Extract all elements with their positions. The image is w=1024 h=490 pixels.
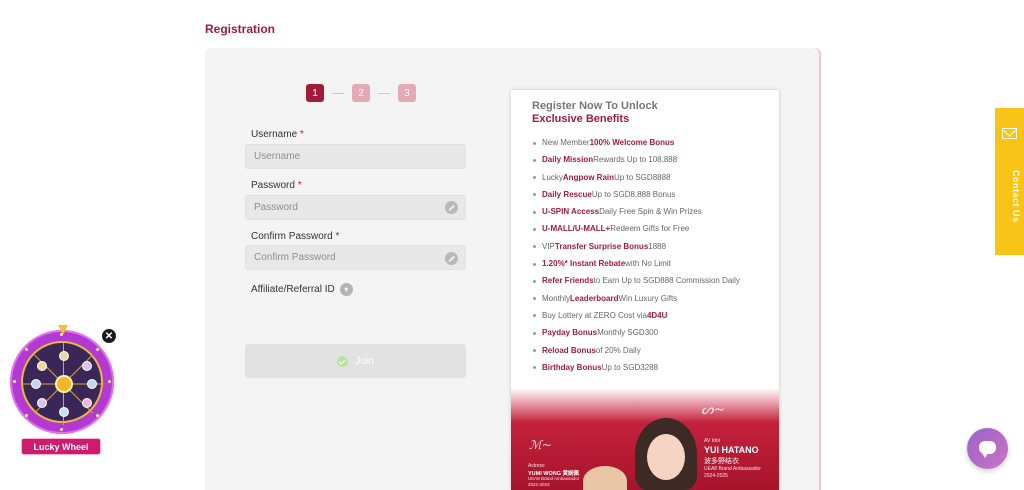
contact-us-tab[interactable]: Contact Us	[995, 108, 1024, 255]
confirm-password-input[interactable]	[245, 245, 466, 270]
step-1: 1	[306, 84, 324, 102]
password-input[interactable]	[245, 195, 466, 220]
close-icon[interactable]: ✕	[101, 328, 117, 344]
list-item: Daily Rescue Up to SGD8,888 Bonus	[533, 189, 740, 206]
contact-us-label: Contact Us	[1011, 170, 1021, 223]
benefits-card: Register Now To Unlock Exclusive Benefit…	[511, 90, 779, 490]
gem-icon	[87, 379, 97, 389]
wheel-light	[96, 348, 99, 351]
signature-right: ᔕ~	[701, 402, 726, 418]
gem-icon	[82, 361, 92, 371]
list-item: Payday Bonus Monthly SGD300	[533, 327, 740, 344]
eye-off-icon[interactable]	[445, 252, 458, 265]
list-item: Birthday Bonus Up to SGD3288	[533, 362, 740, 379]
username-input[interactable]	[245, 144, 466, 169]
ambassador-photo-left	[583, 466, 627, 490]
ambassador-banner: ᔕ~ ℳ~ AV Idol YUI HATANO 波多野结衣 UEA8 Bran…	[511, 388, 779, 490]
join-button[interactable]: Join	[245, 344, 466, 378]
wheel-light	[108, 380, 111, 383]
lucky-wheel[interactable]	[10, 330, 114, 434]
ambassador-role: UEA8 Brand Ambassador	[528, 476, 580, 481]
username-label: Username *	[251, 129, 304, 140]
ambassador-face-right	[647, 434, 685, 480]
confirm-password-label: Confirm Password *	[251, 231, 340, 242]
affiliate-label: Affiliate/Referral ID	[251, 284, 335, 295]
list-item: New Member 100% Welcome Bonus	[533, 137, 740, 154]
list-item: U-SPIN Access Daily Free Spin & Win Priz…	[533, 206, 740, 223]
lucky-wheel-label[interactable]: Lucky Wheel	[21, 438, 101, 455]
list-item: Buy Lottery at ZERO Cost via 4D4U	[533, 310, 740, 327]
password-label: Password *	[251, 180, 302, 191]
check-icon	[337, 355, 349, 367]
list-item: Monthly Leaderboard Win Luxury Gifts	[533, 293, 740, 310]
chevron-down-icon[interactable]: ▾	[339, 283, 353, 296]
page-title: Registration	[205, 22, 276, 36]
signature-left: ℳ~	[529, 438, 552, 452]
required-mark: *	[299, 129, 304, 140]
gem-icon	[59, 351, 69, 361]
wheel-light	[96, 414, 99, 417]
list-item: 1.20%* Instant Rebate with No Limit	[533, 258, 740, 275]
wheel-center	[55, 375, 73, 393]
ambassador-years: 2022-2023	[528, 482, 550, 487]
required-mark: *	[297, 180, 302, 191]
join-label: Join	[355, 355, 374, 367]
benefits-subtitle: Exclusive Benefits	[532, 113, 630, 125]
ambassador-native-name: 波多野结衣	[704, 458, 739, 465]
benefits-list: New Member 100% Welcome Bonus Daily Miss…	[533, 137, 740, 379]
step-2: 2	[352, 84, 370, 102]
ambassador-years: 2024-2025	[704, 473, 728, 479]
required-mark: *	[335, 231, 340, 242]
stepper: 1 2 3	[306, 84, 416, 102]
list-item: VIP Transfer Surprise Bonus 1888	[533, 241, 740, 258]
ambassador-role: UEA8 Brand Ambassador	[704, 466, 761, 472]
wheel-pointer-icon	[58, 325, 68, 335]
wheel-light	[25, 348, 28, 351]
gem-icon	[31, 379, 41, 389]
ambassador-name: YUI HATANO	[704, 445, 759, 455]
ambassador-subtitle: AV Idol	[704, 438, 720, 444]
step-divider	[378, 92, 390, 94]
wheel-light	[25, 414, 28, 417]
list-item: Reload Bonus of 20% Daily	[533, 345, 740, 362]
affiliate-toggle[interactable]: Affiliate/Referral ID ▾	[251, 283, 353, 296]
chat-bubble-icon	[979, 441, 996, 458]
step-divider	[332, 92, 344, 94]
list-item: Refer Friends to Earn Up to SGD888 Commi…	[533, 275, 740, 292]
mail-icon	[1002, 128, 1017, 139]
list-item: Daily Mission Rewards Up to 108,888	[533, 154, 740, 171]
gem-icon	[37, 398, 47, 408]
chat-button[interactable]	[967, 428, 1008, 469]
gem-icon	[37, 361, 47, 371]
step-3: 3	[398, 84, 416, 102]
eye-off-icon[interactable]	[445, 201, 458, 214]
wheel-face	[21, 341, 105, 425]
benefits-title: Register Now To Unlock	[532, 100, 658, 112]
wheel-light	[13, 380, 16, 383]
wheel-light	[60, 428, 63, 431]
gem-icon	[59, 407, 69, 417]
gem-icon	[82, 398, 92, 408]
list-item: Lucky Angpow Rain Up to SGD8888	[533, 172, 740, 189]
list-item: U-MALL/U-MALL+ Redeem Gifts for Free	[533, 223, 740, 240]
